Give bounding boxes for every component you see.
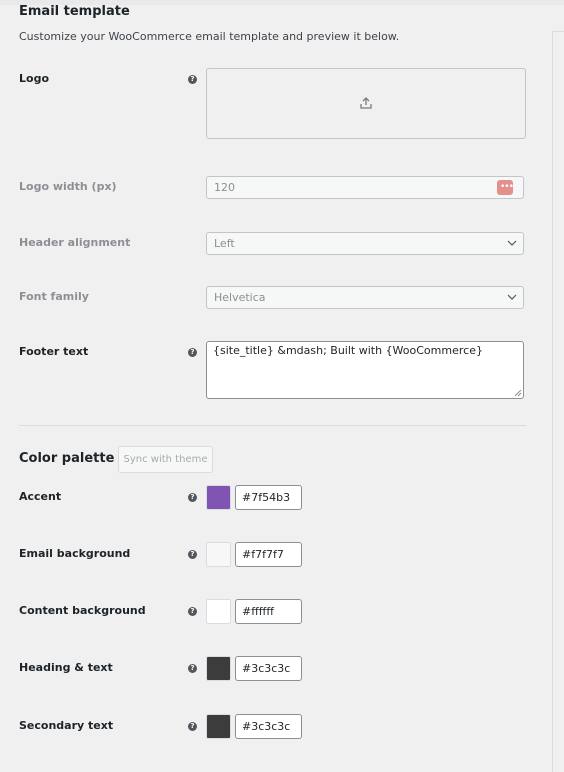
font-family-select[interactable]: Helvetica [206,286,524,309]
color-swatch[interactable] [206,599,231,624]
preview-panel-edge [552,31,564,772]
header-alignment-select[interactable]: Left [206,232,524,255]
sync-with-theme-button[interactable]: Sync with theme [118,446,213,473]
font-family-label: Font family [19,290,89,303]
help-icon[interactable]: ? [188,607,197,616]
logo-label: Logo [19,72,49,85]
color-label: Accent [19,490,62,503]
footer-text-textarea[interactable]: {site_title} &mdash; Built with {WooComm… [206,341,524,399]
password-manager-icon[interactable]: ••• [497,180,514,195]
help-icon[interactable]: ? [188,348,197,357]
color-swatch[interactable] [206,542,231,567]
color-label: Secondary text [19,719,114,732]
color-swatch[interactable] [206,485,231,510]
help-icon[interactable]: ? [188,664,197,673]
resize-handle-icon[interactable] [514,389,522,397]
color-label: Heading & text [19,661,113,674]
color-label: Content background [19,604,146,617]
header-alignment-value: Left [214,237,235,250]
logo-width-label: Logo width (px) [19,180,117,193]
font-family-value: Helvetica [214,291,266,304]
color-swatch[interactable] [206,714,231,739]
color-palette-title: Color palette [19,451,115,466]
help-icon[interactable]: ? [188,722,197,731]
color-swatch[interactable] [206,656,231,681]
color-hex-input[interactable]: #3c3c3c [235,714,302,739]
footer-text-label: Footer text [19,345,89,358]
header-alignment-label: Header alignment [19,236,131,249]
color-hex-input[interactable]: #f7f7f7 [235,542,302,567]
chevron-down-icon [507,240,517,246]
logo-width-value: 120 [214,181,235,194]
footer-text-value: {site_title} &mdash; Built with {WooComm… [213,344,483,357]
help-icon[interactable]: ? [188,550,197,559]
help-icon[interactable]: ? [188,493,197,502]
color-label: Email background [19,547,131,560]
section-divider [19,425,526,426]
color-hex-input[interactable]: #ffffff [235,599,302,624]
chevron-down-icon [507,294,517,300]
section-title: Email template [19,4,130,19]
help-icon[interactable]: ? [188,75,197,84]
upload-icon [360,97,372,109]
logo-upload-area[interactable] [206,68,526,139]
section-description: Customize your WooCommerce email templat… [19,30,400,43]
color-hex-input[interactable]: #7f54b3 [235,485,302,510]
color-hex-input[interactable]: #3c3c3c [235,656,302,681]
logo-width-input[interactable]: 120 ••• [206,176,524,199]
